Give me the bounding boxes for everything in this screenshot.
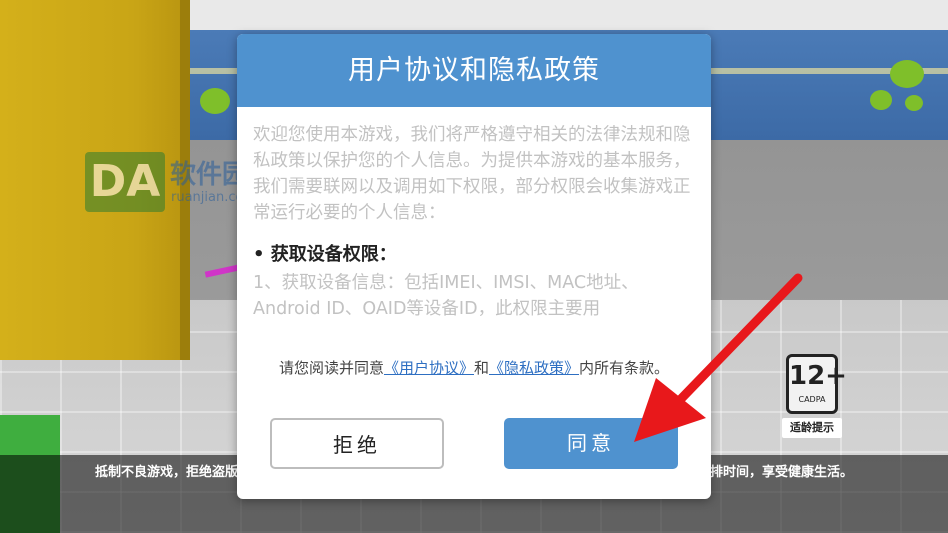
pink-bar — [204, 264, 241, 278]
paint-splat — [905, 95, 923, 111]
section-title-permissions: • 获取设备权限： — [253, 244, 397, 265]
privacy-dialog: 用户协议和隐私政策 欢迎您使用本游戏，我们将严格遵守相关的法律法规和隐私政策以保… — [237, 34, 711, 499]
section-body-text: 1、获取设备信息：包括IMEI、IMSI、MAC地址、Android ID、OA… — [253, 273, 639, 319]
watermark-da-mark: DA — [85, 152, 165, 212]
wall-top — [180, 0, 948, 30]
age-rating-box: 12+ CADPA — [786, 354, 847, 414]
user-agreement-link[interactable]: 《用户协议》 — [384, 359, 474, 377]
agreement-notice: 请您阅读并同意《用户协议》和《隐私政策》内所有条款。 — [255, 357, 693, 379]
age-rating-badge[interactable]: 12+ CADPA 适龄提示 — [782, 354, 847, 440]
dialog-intro-text: 欢迎您使用本游戏，我们将严格遵守相关的法律法规和隐私政策以保护您的个人信息。为提… — [253, 125, 691, 223]
paint-splat — [200, 88, 230, 114]
agree-prefix: 请您阅读并同意 — [278, 359, 384, 377]
accept-button[interactable]: 同意 — [504, 418, 678, 469]
health-notice-left: 抵制不良游戏，拒绝盗版 — [95, 465, 239, 480]
health-notice-right: 排时间，享受健康生活。 — [710, 465, 854, 480]
age-rating-org: CADPA — [798, 395, 826, 404]
dialog-title: 用户协议和隐私政策 — [237, 34, 711, 107]
privacy-policy-link[interactable]: 《隐私政策》 — [489, 359, 579, 377]
age-rating-value: 12+ — [789, 361, 847, 391]
paint-splat — [870, 90, 892, 110]
reject-button[interactable]: 拒绝 — [270, 418, 444, 469]
agree-suffix: 内所有条款。 — [579, 359, 670, 377]
paint-splat — [890, 60, 924, 88]
age-rating-label: 适龄提示 — [782, 418, 842, 438]
agree-and: 和 — [473, 359, 489, 377]
dialog-scroll-content[interactable]: 欢迎您使用本游戏，我们将严格遵守相关的法律法规和隐私政策以保护您的个人信息。为提… — [253, 122, 691, 382]
